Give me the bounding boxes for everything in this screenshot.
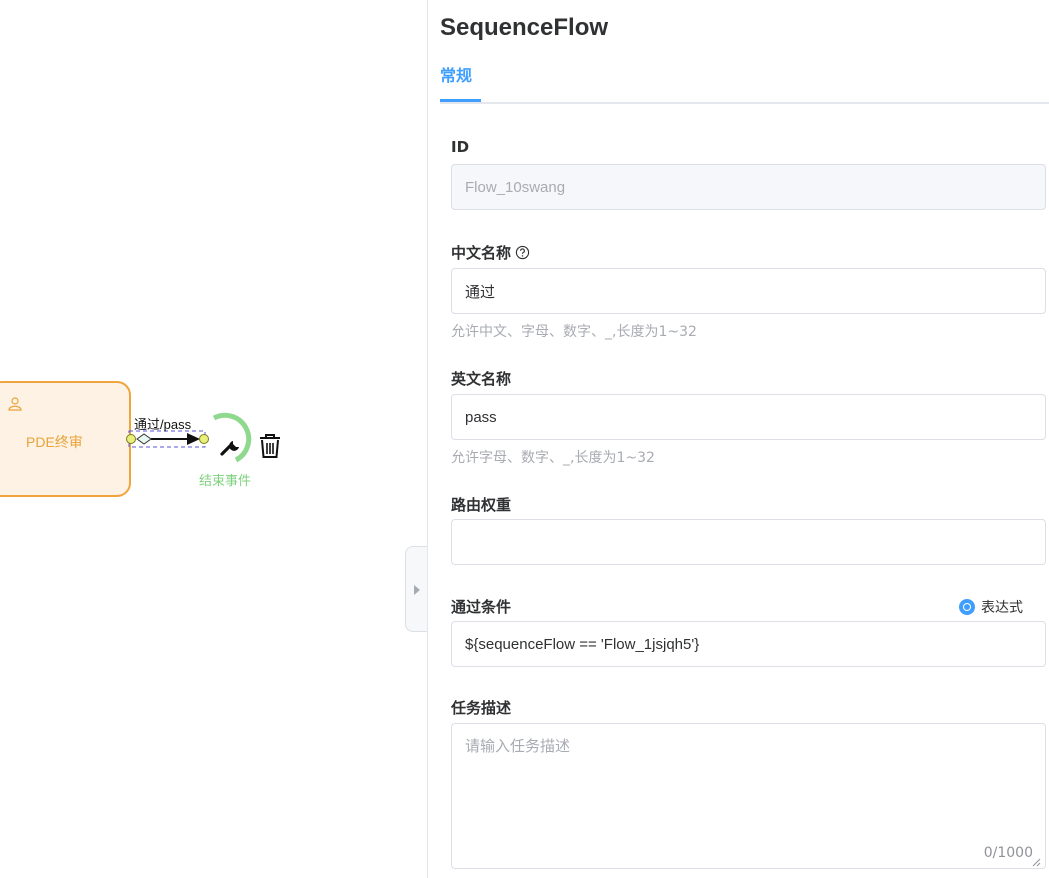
radio-checked-icon	[959, 599, 975, 615]
tab-bar: 常规	[440, 62, 1049, 104]
pass-condition-input[interactable]	[451, 621, 1046, 667]
route-weight-label: 路由权重	[451, 496, 512, 514]
help-icon[interactable]	[515, 245, 530, 260]
pass-condition-label: 通过条件	[451, 598, 512, 616]
panel-collapse-button[interactable]	[405, 546, 427, 632]
flow-label[interactable]: 通过/pass	[134, 414, 191, 433]
cn-name-label: 中文名称	[451, 242, 530, 263]
trash-icon[interactable]	[258, 433, 282, 459]
expression-radio[interactable]: 表达式	[959, 597, 1023, 617]
id-label: ID	[451, 138, 470, 156]
en-name-input[interactable]	[451, 394, 1046, 440]
panel-title: SequenceFlow	[440, 14, 609, 41]
id-input	[451, 164, 1046, 210]
en-name-hint: 允许字母、数字、_,长度为1~32	[451, 450, 655, 466]
condition-diamond-icon	[136, 433, 152, 445]
sequence-flow-graphics	[126, 412, 252, 463]
char-counter: 0/1000	[983, 845, 1033, 861]
end-event-label: 结束事件	[199, 473, 252, 488]
route-weight-input[interactable]	[451, 519, 1046, 565]
resize-grip-icon[interactable]	[1031, 857, 1041, 867]
flow-end-handle[interactable]	[199, 434, 209, 444]
flow-arrowhead	[187, 433, 200, 445]
cn-name-input[interactable]	[451, 268, 1046, 314]
task-desc-label: 任务描述	[451, 699, 512, 717]
cn-name-hint: 允许中文、字母、数字、_,长度为1~32	[451, 324, 697, 340]
expression-radio-label: 表达式	[981, 600, 1023, 616]
cn-name-label-text: 中文名称	[451, 244, 512, 262]
caret-right-icon	[414, 585, 420, 595]
en-name-label: 英文名称	[451, 370, 512, 388]
wrench-icon[interactable]	[219, 434, 243, 458]
properties-panel: SequenceFlow 常规 ID 中文名称 允许中文、字母、数字、_,长度为…	[427, 0, 1049, 878]
flow-start-handle[interactable]	[126, 434, 136, 444]
tab-general[interactable]: 常规	[440, 62, 472, 86]
bpmn-canvas[interactable]: PDE终审 通过/pass 结束事件	[0, 0, 427, 878]
task-desc-textarea[interactable]	[451, 723, 1046, 869]
active-tab-indicator	[440, 99, 481, 102]
